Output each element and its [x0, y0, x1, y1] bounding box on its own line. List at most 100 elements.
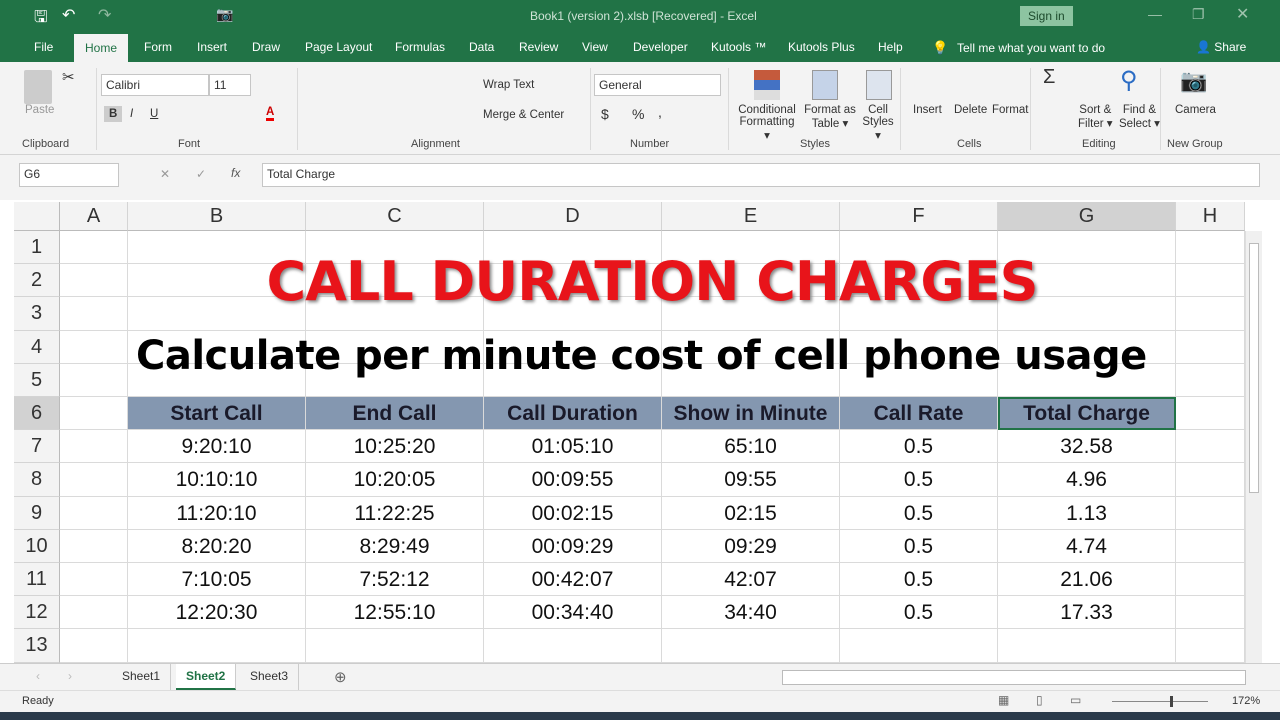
enter-icon[interactable]: ✓: [196, 167, 206, 181]
table-cell[interactable]: 7:52:12: [306, 563, 484, 597]
wrap-text-button[interactable]: Wrap Text: [483, 79, 534, 91]
format-cells-button[interactable]: Format: [992, 104, 1028, 116]
cell[interactable]: [306, 629, 484, 663]
row-header-4[interactable]: 4: [14, 330, 60, 364]
row-header-11[interactable]: 11: [14, 563, 60, 597]
table-cell[interactable]: 0.5: [840, 596, 998, 630]
table-cell[interactable]: 4.74: [998, 529, 1176, 563]
cell-styles-icon[interactable]: [866, 70, 892, 100]
sheet-tab-sheet2[interactable]: Sheet2: [176, 664, 237, 690]
page-break-view-icon[interactable]: ▭: [1070, 693, 1081, 707]
restore-button[interactable]: ❐: [1192, 6, 1205, 23]
table-header-cell[interactable]: Total Charge: [998, 397, 1176, 431]
table-cell[interactable]: 7:10:05: [128, 563, 306, 597]
table-cell[interactable]: 09:55: [662, 463, 840, 497]
table-cell[interactable]: 00:09:29: [484, 529, 662, 563]
insert-function-button[interactable]: fx: [231, 166, 240, 180]
table-header-cell[interactable]: Call Rate: [840, 397, 998, 431]
redo-icon[interactable]: ↷: [98, 5, 111, 25]
table-cell[interactable]: 12:55:10: [306, 596, 484, 630]
delete-cells-button[interactable]: Delete: [954, 104, 987, 116]
cell[interactable]: [60, 397, 128, 431]
cell[interactable]: [60, 264, 128, 298]
scroll-right-icon[interactable]: ›: [68, 669, 72, 683]
font-color-icon[interactable]: A: [266, 106, 275, 121]
name-box[interactable]: G6: [19, 163, 119, 187]
column-header-C[interactable]: C: [306, 202, 484, 231]
cell[interactable]: [1176, 496, 1245, 530]
paste-button[interactable]: Paste: [25, 104, 54, 116]
scroll-thumb[interactable]: [1249, 243, 1259, 493]
cell[interactable]: [60, 231, 128, 265]
normal-view-icon[interactable]: ▦: [998, 693, 1009, 707]
table-cell[interactable]: 21.06: [998, 563, 1176, 597]
cell[interactable]: [60, 496, 128, 530]
table-cell[interactable]: 0.5: [840, 463, 998, 497]
cell[interactable]: [60, 430, 128, 464]
close-button[interactable]: ✕: [1236, 4, 1249, 24]
table-cell[interactable]: 0.5: [840, 563, 998, 597]
cell[interactable]: [60, 297, 128, 331]
sheet-tab-sheet1[interactable]: Sheet1: [112, 664, 172, 690]
sheet-tab-sheet3[interactable]: Sheet3: [240, 664, 300, 690]
table-cell[interactable]: 11:20:10: [128, 496, 306, 530]
tab-kutools-plus[interactable]: Kutools Plus: [788, 40, 855, 54]
tell-me-input[interactable]: Tell me what you want to do: [957, 41, 1105, 55]
table-cell[interactable]: 34:40: [662, 596, 840, 630]
cell[interactable]: [1176, 264, 1245, 298]
table-header-cell[interactable]: Call Duration: [484, 397, 662, 431]
scroll-left-icon[interactable]: ‹: [36, 669, 40, 683]
cell[interactable]: [1176, 330, 1245, 364]
tab-file[interactable]: File: [34, 40, 53, 54]
table-cell[interactable]: 10:25:20: [306, 430, 484, 464]
table-header-cell[interactable]: Start Call: [128, 397, 306, 431]
camera-icon[interactable]: 📷: [1180, 68, 1207, 94]
sign-in-button[interactable]: Sign in: [1020, 6, 1073, 26]
tab-home[interactable]: Home: [74, 34, 129, 62]
horizontal-scrollbar[interactable]: [782, 670, 1246, 685]
table-cell[interactable]: 09:29: [662, 529, 840, 563]
camera-qat-icon[interactable]: 📷: [216, 6, 233, 23]
minimize-button[interactable]: —: [1148, 6, 1162, 22]
cell[interactable]: [60, 563, 128, 597]
tab-data[interactable]: Data: [469, 40, 494, 54]
tab-draw[interactable]: Draw: [252, 40, 280, 54]
conditional-formatting-button[interactable]: Conditional Formatting ▾: [736, 104, 798, 142]
row-header-12[interactable]: 12: [14, 596, 60, 630]
cell[interactable]: [1176, 231, 1245, 265]
format-as-table-button[interactable]: Format as Table ▾: [802, 104, 858, 130]
number-format-select[interactable]: General: [594, 74, 721, 96]
table-cell[interactable]: 8:20:20: [128, 529, 306, 563]
column-header-G[interactable]: G: [998, 202, 1176, 231]
cell[interactable]: [662, 629, 840, 663]
cell[interactable]: [1176, 297, 1245, 331]
page-layout-view-icon[interactable]: ▯: [1036, 693, 1043, 707]
camera-button[interactable]: Camera: [1175, 104, 1216, 116]
cell[interactable]: [1176, 629, 1245, 663]
cell[interactable]: [840, 629, 998, 663]
zoom-thumb[interactable]: [1170, 696, 1173, 707]
currency-button[interactable]: $: [601, 106, 609, 122]
table-cell[interactable]: 10:20:05: [306, 463, 484, 497]
formula-input[interactable]: Total Charge: [262, 163, 1260, 187]
zoom-slider[interactable]: [1112, 696, 1208, 707]
cell[interactable]: [1176, 463, 1245, 497]
format-as-table-icon[interactable]: [812, 70, 838, 100]
sort-filter-button[interactable]: Sort & Filter ▾: [1078, 104, 1113, 130]
percent-button[interactable]: %: [632, 106, 644, 122]
table-cell[interactable]: 00:02:15: [484, 496, 662, 530]
table-cell[interactable]: 8:29:49: [306, 529, 484, 563]
new-sheet-button[interactable]: ⊕: [334, 668, 347, 686]
autosum-icon[interactable]: Σ: [1043, 66, 1055, 89]
tab-form[interactable]: Form: [144, 40, 172, 54]
merge-center-button[interactable]: Merge & Center: [483, 109, 564, 121]
comma-button[interactable]: ,: [658, 104, 662, 120]
table-cell[interactable]: 11:22:25: [306, 496, 484, 530]
tab-developer[interactable]: Developer: [633, 40, 688, 54]
table-header-cell[interactable]: End Call: [306, 397, 484, 431]
bold-button[interactable]: B: [104, 106, 123, 122]
column-header-F[interactable]: F: [840, 202, 998, 231]
insert-cells-button[interactable]: Insert: [913, 104, 942, 116]
cell[interactable]: [60, 529, 128, 563]
table-cell[interactable]: 00:42:07: [484, 563, 662, 597]
